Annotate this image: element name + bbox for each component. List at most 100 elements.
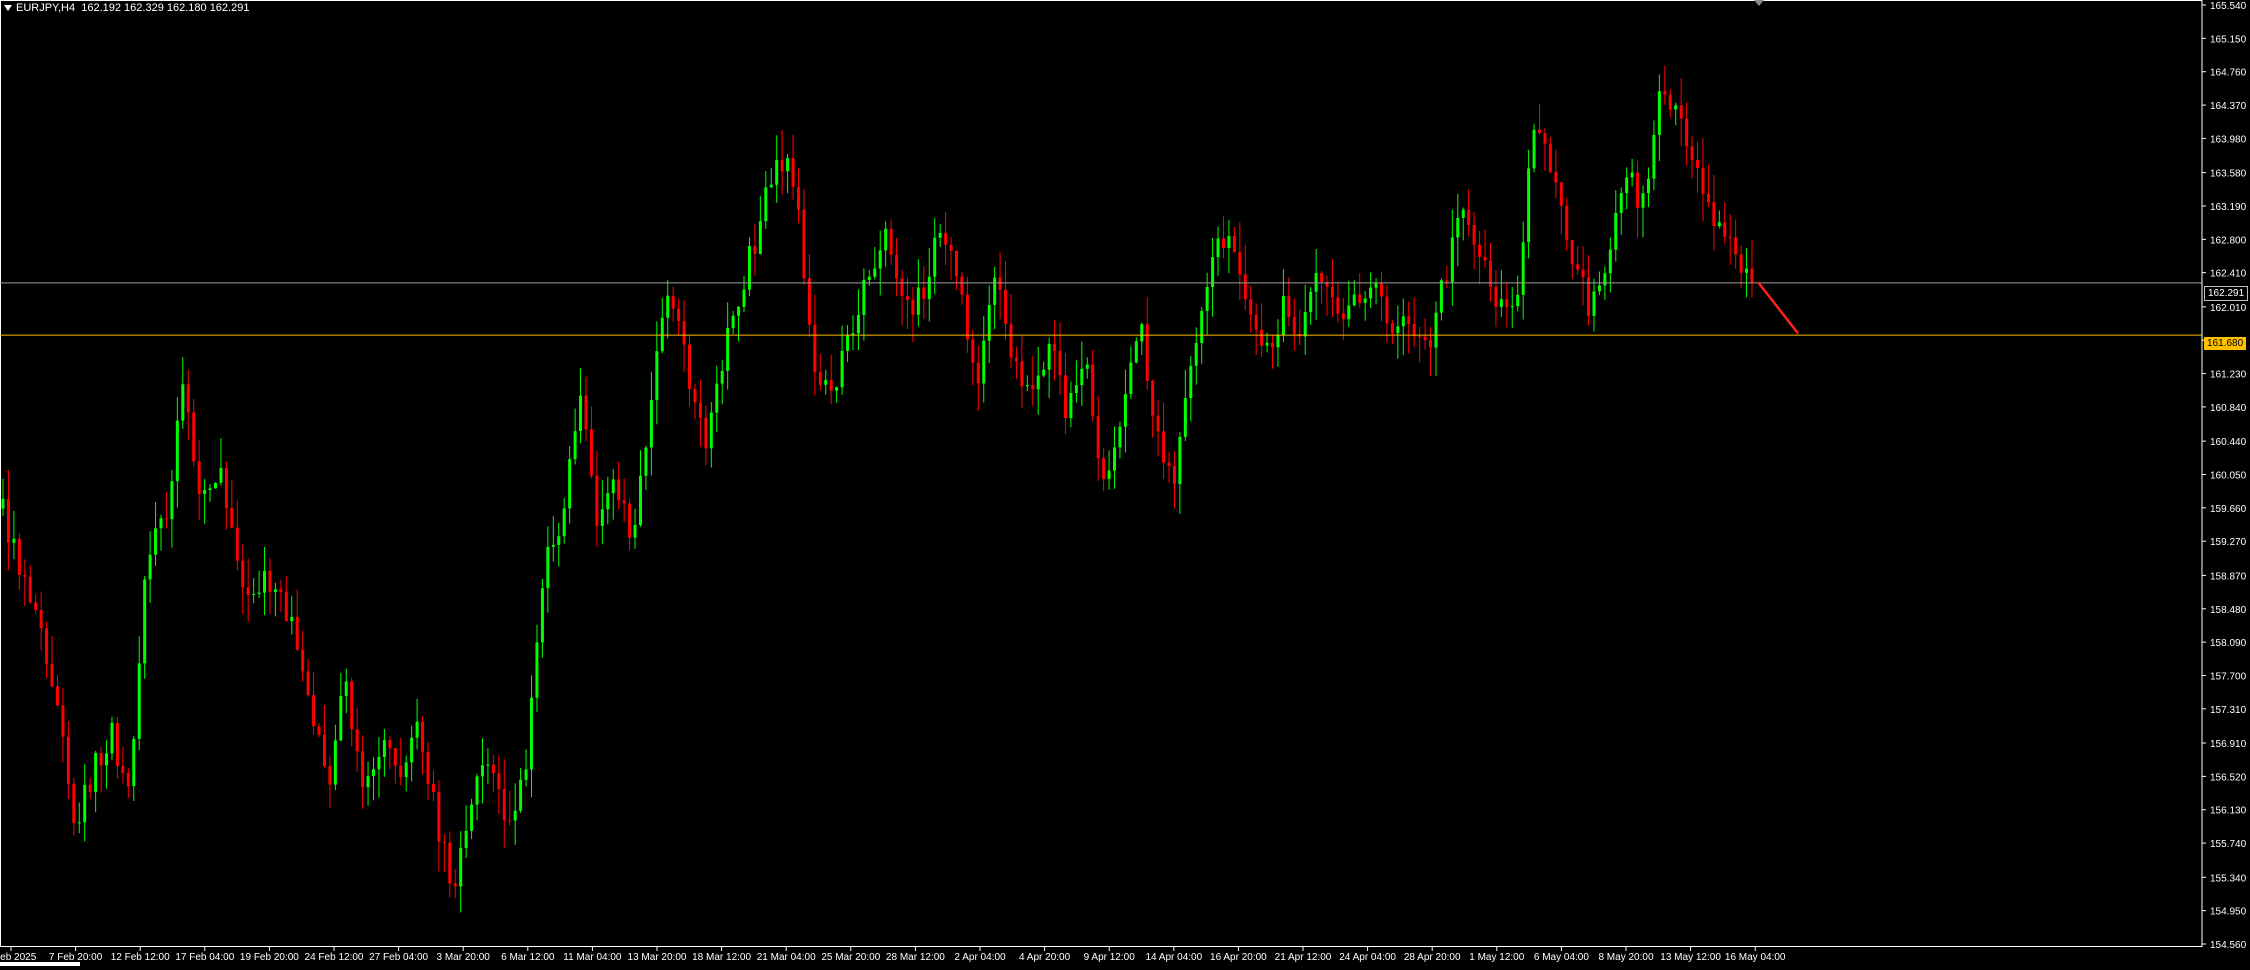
candle-body bbox=[1657, 91, 1661, 135]
candle bbox=[213, 482, 217, 489]
candle-body bbox=[355, 729, 359, 752]
candle-body bbox=[1418, 336, 1422, 338]
candle-body bbox=[1603, 273, 1607, 286]
candle-body bbox=[513, 810, 517, 821]
price-axis[interactable]: 165.540 165.150 164.760 164.370 163.980 163.5… bbox=[2201, 0, 2247, 951]
candle-body bbox=[688, 344, 692, 389]
candle-body bbox=[1456, 217, 1460, 238]
candle-body bbox=[1221, 238, 1225, 248]
candle bbox=[132, 735, 136, 801]
scrollbar-strip[interactable] bbox=[0, 962, 80, 966]
time-tick-label: 9 Apr 12:00 bbox=[1084, 952, 1136, 963]
candle-body bbox=[709, 412, 713, 449]
candle bbox=[273, 582, 277, 617]
candle-body bbox=[1652, 134, 1656, 179]
candle-body bbox=[726, 327, 730, 371]
price-chart[interactable]: 165.540 165.150 164.760 164.370 163.980 163.5… bbox=[0, 0, 2250, 970]
candle bbox=[513, 783, 517, 845]
candle-body bbox=[263, 570, 267, 593]
candle-body bbox=[1123, 394, 1127, 427]
candle-body bbox=[1390, 323, 1394, 334]
candle bbox=[12, 510, 16, 560]
candle-body bbox=[1156, 415, 1160, 432]
candle bbox=[1565, 197, 1569, 251]
candle bbox=[470, 798, 474, 840]
candle-body bbox=[55, 686, 59, 706]
candle-body bbox=[1031, 384, 1035, 390]
price-tick-label: 163.190 bbox=[2210, 202, 2247, 213]
candle bbox=[295, 589, 299, 652]
time-axis[interactable]: 5 Feb 20257 Feb 20:0012 Feb 12:0017 Feb … bbox=[0, 947, 1786, 963]
candle bbox=[1690, 136, 1694, 179]
candle-body bbox=[28, 576, 32, 603]
projection-trendline[interactable] bbox=[1757, 281, 1799, 335]
candle bbox=[1614, 189, 1618, 262]
candle-body bbox=[835, 387, 839, 391]
candle-body bbox=[475, 776, 479, 805]
candle-body bbox=[758, 221, 762, 254]
candle bbox=[459, 831, 463, 913]
candle-body bbox=[1576, 264, 1580, 270]
candle bbox=[475, 773, 479, 821]
candle-body bbox=[181, 384, 185, 421]
candle-body bbox=[802, 209, 806, 279]
candle-body bbox=[742, 289, 746, 307]
candle-body bbox=[1461, 209, 1465, 218]
candle-body bbox=[982, 340, 986, 384]
candle bbox=[312, 672, 316, 735]
candle-body bbox=[628, 503, 632, 538]
candle bbox=[1745, 248, 1749, 298]
candle bbox=[1080, 341, 1084, 406]
price-tick-label: 158.870 bbox=[2210, 571, 2247, 582]
candle-body bbox=[186, 384, 190, 413]
candle bbox=[1734, 219, 1738, 269]
candle bbox=[1570, 240, 1574, 280]
time-tick-label: 28 Mar 12:00 bbox=[886, 952, 945, 963]
candle-body bbox=[1260, 329, 1264, 346]
candle bbox=[377, 737, 381, 798]
candle-body bbox=[611, 479, 615, 494]
candle-body bbox=[873, 268, 877, 277]
candle bbox=[1036, 346, 1040, 415]
candle bbox=[584, 376, 588, 441]
candle-body bbox=[45, 628, 49, 664]
candle bbox=[110, 716, 114, 761]
candle-body bbox=[905, 295, 909, 300]
candle-body bbox=[34, 602, 38, 611]
candle bbox=[1320, 270, 1324, 304]
candle-body bbox=[944, 232, 948, 245]
candle bbox=[208, 484, 212, 502]
candle bbox=[6, 469, 10, 571]
price-tick-label: 163.980 bbox=[2210, 134, 2247, 145]
candle bbox=[1085, 357, 1089, 379]
candle bbox=[562, 498, 566, 544]
candle-body bbox=[1696, 159, 1700, 169]
candle-body bbox=[551, 544, 555, 547]
candle bbox=[197, 439, 201, 521]
candle-body bbox=[682, 320, 686, 345]
candle-body bbox=[213, 482, 217, 489]
candle bbox=[1167, 451, 1171, 483]
candle-body bbox=[1178, 436, 1182, 485]
candle bbox=[824, 369, 828, 395]
chart-shift-marker-icon[interactable] bbox=[1754, 0, 1764, 6]
candle-body bbox=[1091, 364, 1095, 417]
candle-body bbox=[1080, 368, 1084, 386]
price-tick-label: 165.150 bbox=[2210, 34, 2247, 45]
candle bbox=[159, 514, 163, 551]
time-tick-label: 3 Mar 20:00 bbox=[437, 952, 491, 963]
candle-body bbox=[1172, 465, 1176, 485]
candle bbox=[1134, 337, 1138, 364]
candle bbox=[170, 469, 174, 548]
candle-body bbox=[562, 508, 566, 537]
candle-body bbox=[148, 554, 152, 580]
price-tick-label: 155.340 bbox=[2210, 873, 2247, 884]
candle-body bbox=[279, 589, 283, 592]
candle bbox=[306, 659, 310, 697]
candle bbox=[1516, 275, 1520, 312]
candle-body bbox=[976, 362, 980, 384]
candle-body bbox=[1134, 341, 1138, 363]
chart-canvas[interactable]: 165.540 165.150 164.760 164.370 163.980 163.5… bbox=[0, 0, 2250, 970]
collapse-triangle-icon[interactable] bbox=[4, 5, 12, 12]
candle bbox=[916, 259, 920, 327]
